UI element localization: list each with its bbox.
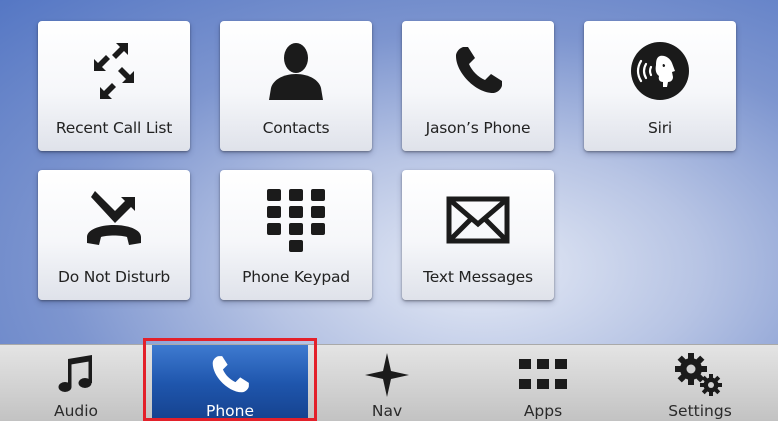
tile-label: Contacts <box>262 119 330 137</box>
gears-icon <box>622 351 778 399</box>
nav-phone-button[interactable]: Phone <box>152 345 308 421</box>
bottom-navigation-bar: Audio Phone Nav Apps Settings <box>0 344 778 421</box>
tile-label: Text Messages <box>423 268 533 286</box>
nav-label: Phone <box>205 402 254 420</box>
nav-label: Settings <box>668 402 732 420</box>
tile-label: Recent Call List <box>55 119 173 137</box>
text-messages-tile[interactable]: Text Messages <box>402 170 554 300</box>
siri-voice-icon <box>584 33 736 109</box>
tile-label: Phone Keypad <box>242 268 350 286</box>
do-not-disturb-icon <box>38 182 190 258</box>
compass-star-icon <box>310 351 464 399</box>
siri-tile[interactable]: Siri <box>584 21 736 151</box>
jasons-phone-tile[interactable]: Jason’s Phone <box>402 21 554 151</box>
nav-label: Audio <box>53 402 99 420</box>
recent-call-list-tile[interactable]: Recent Call List <box>38 21 190 151</box>
keypad-grid-icon <box>220 182 372 258</box>
person-silhouette-icon <box>220 33 372 109</box>
music-note-icon <box>0 351 152 399</box>
phone-handset-icon <box>152 351 308 399</box>
nav-settings-button[interactable]: Settings <box>622 345 778 421</box>
phone-handset-icon <box>402 33 554 109</box>
tile-label: Do Not Disturb <box>57 268 171 286</box>
recent-calls-arrows-icon <box>38 33 190 109</box>
nav-label: Nav <box>371 402 403 420</box>
phone-screen: Recent Call List Contacts Jason’s Phone <box>0 0 778 421</box>
tile-label: Siri <box>647 119 673 137</box>
nav-apps-button[interactable]: Apps <box>466 345 620 421</box>
nav-navigation-button[interactable]: Nav <box>310 345 464 421</box>
contacts-tile[interactable]: Contacts <box>220 21 372 151</box>
nav-label: Apps <box>523 402 563 420</box>
tile-label: Jason’s Phone <box>425 119 531 137</box>
phone-menu-area: Recent Call List Contacts Jason’s Phone <box>0 0 778 344</box>
do-not-disturb-tile[interactable]: Do Not Disturb <box>38 170 190 300</box>
apps-grid-icon <box>466 351 620 399</box>
envelope-icon <box>402 182 554 258</box>
nav-audio-button[interactable]: Audio <box>0 345 152 421</box>
phone-keypad-tile[interactable]: Phone Keypad <box>220 170 372 300</box>
